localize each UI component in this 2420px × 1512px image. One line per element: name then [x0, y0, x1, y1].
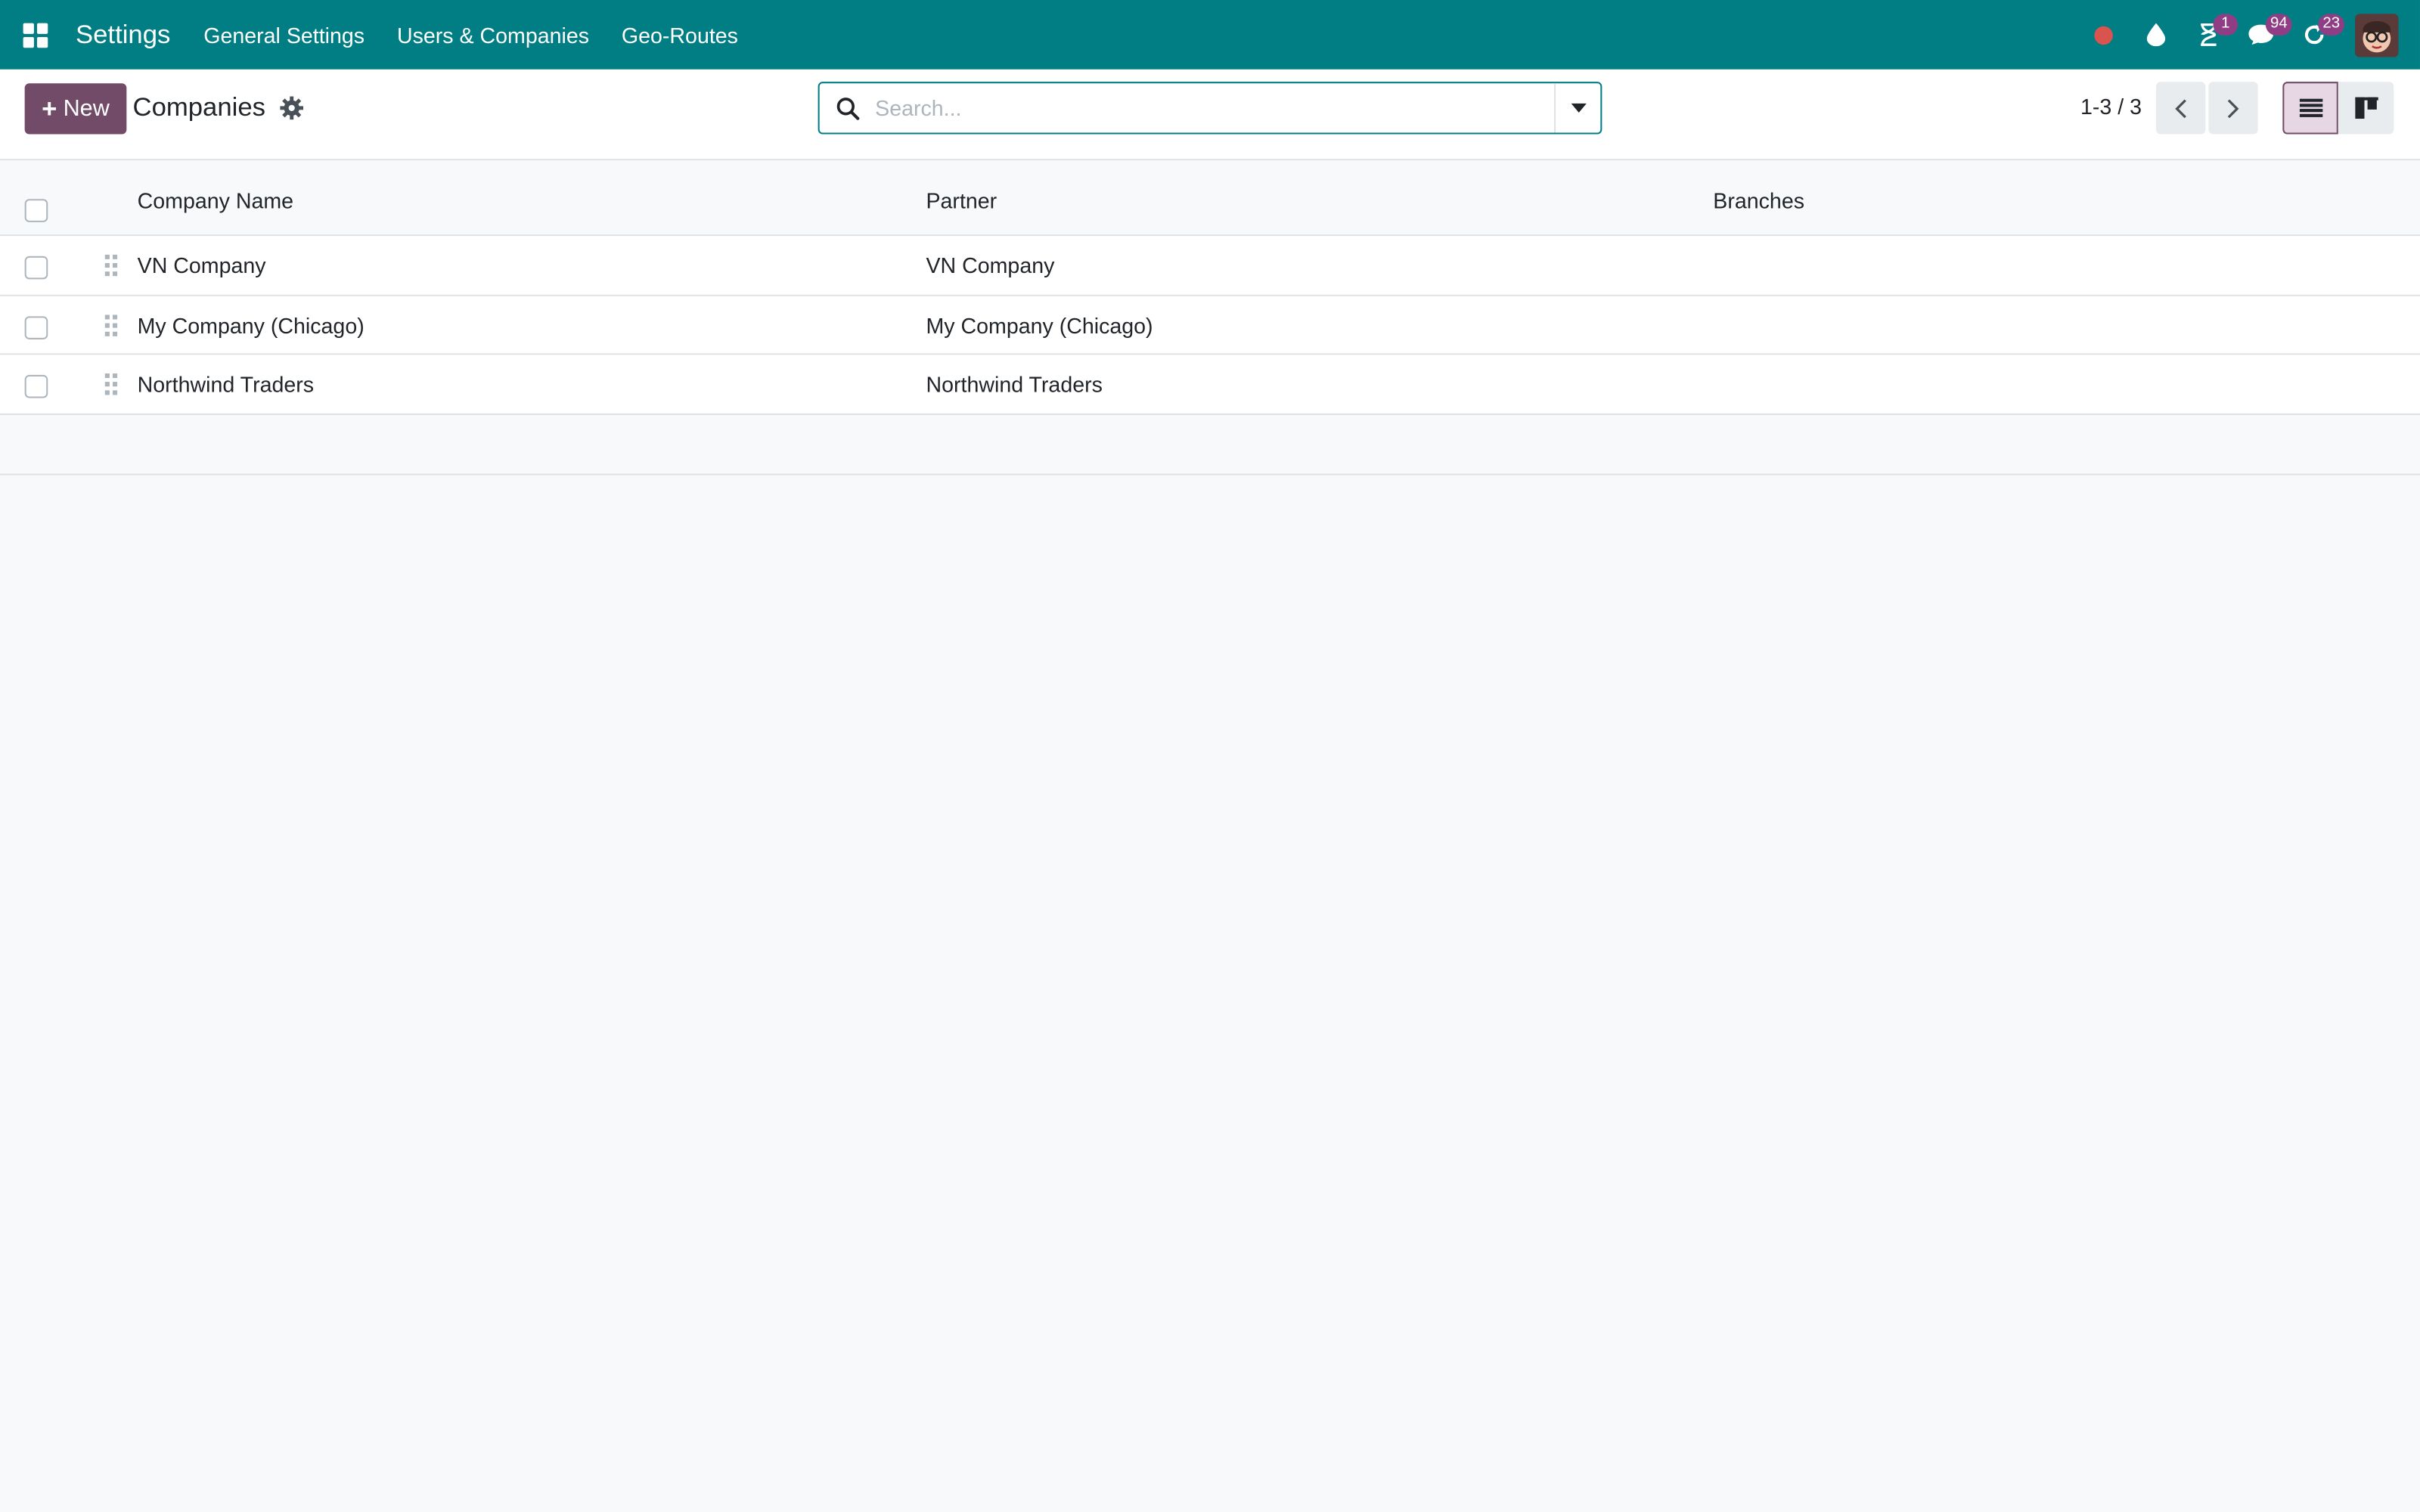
activity-count-badge: 1: [2213, 14, 2238, 36]
table-header: Company Name Partner Branches: [0, 160, 2420, 237]
gear-icon[interactable]: [279, 96, 304, 121]
search-icon: [820, 97, 875, 120]
pager-previous-button[interactable]: [2155, 82, 2206, 135]
company-name-cell: VN Company: [137, 253, 266, 278]
company-name-cell: Northwind Traders: [137, 372, 315, 398]
caret-down-icon: [1570, 103, 1586, 113]
list-view-button[interactable]: [2282, 82, 2338, 135]
plus-icon: +: [42, 93, 57, 123]
row-checkbox[interactable]: [24, 256, 48, 280]
recording-icon[interactable]: [2080, 0, 2127, 70]
refresh-icon[interactable]: 23: [2291, 0, 2345, 70]
pager-value[interactable]: 1-3 / 3: [2080, 94, 2142, 119]
table-row[interactable]: VN Company VN Company: [0, 236, 2420, 296]
company-name-cell: My Company (Chicago): [137, 312, 365, 338]
activity-clock-icon[interactable]: 1: [2186, 0, 2238, 70]
menu-users-companies[interactable]: Users & Companies: [397, 23, 589, 48]
list-icon: [2298, 98, 2322, 117]
apps-menu-icon[interactable]: [0, 0, 70, 70]
table-row[interactable]: Northwind Traders Northwind Traders: [0, 355, 2420, 416]
page-title: Companies: [132, 92, 266, 122]
partner-cell: My Company (Chicago): [926, 312, 1153, 338]
search-bar: [818, 82, 1602, 135]
table-row[interactable]: My Company (Chicago) My Company (Chicago…: [0, 296, 2420, 356]
chevron-left-icon: [2175, 98, 2186, 118]
row-checkbox[interactable]: [24, 315, 48, 339]
drag-handle-icon[interactable]: [104, 254, 119, 277]
menu-general-settings[interactable]: General Settings: [203, 23, 365, 48]
empty-row: [0, 415, 2420, 476]
partner-cell: VN Company: [926, 253, 1055, 278]
chat-icon[interactable]: 94: [2238, 0, 2292, 70]
drag-handle-icon[interactable]: [104, 373, 119, 396]
new-button[interactable]: + New: [24, 83, 127, 135]
chevron-right-icon: [2227, 98, 2239, 118]
top-navbar: Settings General Settings Users & Compan…: [0, 0, 2420, 70]
row-checkbox[interactable]: [24, 375, 48, 399]
column-company-name[interactable]: Company Name: [138, 188, 293, 213]
kanban-icon: [2354, 97, 2378, 119]
app-name[interactable]: Settings: [76, 20, 170, 51]
droplet-icon[interactable]: [2133, 0, 2179, 70]
column-branches[interactable]: Branches: [1713, 188, 1804, 213]
menu-geo-routes[interactable]: Geo-Routes: [622, 23, 738, 48]
search-options-toggle[interactable]: [1554, 83, 1600, 133]
search-input[interactable]: [875, 85, 1555, 132]
companies-table: Company Name Partner Branches VN Company…: [0, 160, 2420, 476]
user-avatar[interactable]: [2355, 13, 2399, 57]
new-button-label: New: [63, 95, 110, 122]
drag-handle-icon[interactable]: [104, 314, 119, 336]
kanban-view-button[interactable]: [2338, 82, 2394, 135]
pager-next-button[interactable]: [2208, 82, 2258, 135]
column-partner[interactable]: Partner: [926, 188, 997, 213]
partner-cell: Northwind Traders: [926, 372, 1103, 398]
control-panel: + New Companies Search... 1-3 / 3: [0, 69, 2420, 161]
select-all-checkbox[interactable]: [24, 199, 48, 222]
updates-count-badge: 23: [2318, 14, 2345, 36]
messages-count-badge: 94: [2265, 14, 2292, 36]
